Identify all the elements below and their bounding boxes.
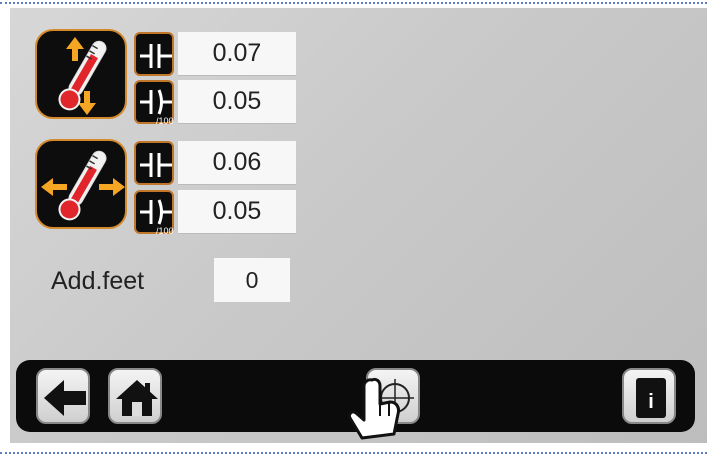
add-feet-label: Add.feet — [51, 267, 145, 295]
top-dotted-border — [0, 2, 707, 4]
pointing-hand-icon — [348, 377, 400, 440]
screen: 0.07 /100 0.05 0.06 /100 0.05 Add.feet 0… — [10, 8, 707, 443]
thermometer-vertical-arrows-icon — [58, 37, 107, 115]
capacitor-per-100-icon: /100 — [134, 190, 174, 236]
horizontal-value-per-100-field[interactable]: 0.05 — [178, 190, 296, 234]
capacitor-icon — [134, 32, 174, 76]
info-button[interactable]: i — [622, 368, 676, 424]
vertical-value-per-100-field[interactable]: 0.05 — [178, 80, 296, 124]
home-button[interactable] — [108, 368, 162, 424]
bottom-dotted-border — [0, 452, 707, 454]
arrow-left-icon — [44, 380, 86, 416]
vertical-value-field[interactable]: 0.07 — [178, 32, 296, 76]
svg-text:i: i — [648, 391, 654, 413]
capacitor-icon — [134, 141, 174, 185]
add-feet-field[interactable]: 0 — [214, 258, 290, 302]
horizontal-value-field[interactable]: 0.06 — [178, 141, 296, 185]
back-button[interactable] — [36, 368, 90, 424]
thermometer-horizontal-button[interactable] — [35, 139, 127, 229]
thermometer-horizontal-arrows-icon — [41, 150, 125, 221]
info-icon: i — [636, 378, 666, 418]
thermometer-vertical-button[interactable] — [35, 29, 127, 119]
per-100-label: /100 — [156, 226, 174, 236]
home-icon — [116, 380, 158, 416]
per-100-label: /100 — [156, 116, 174, 126]
capacitor-per-100-icon: /100 — [134, 80, 174, 126]
